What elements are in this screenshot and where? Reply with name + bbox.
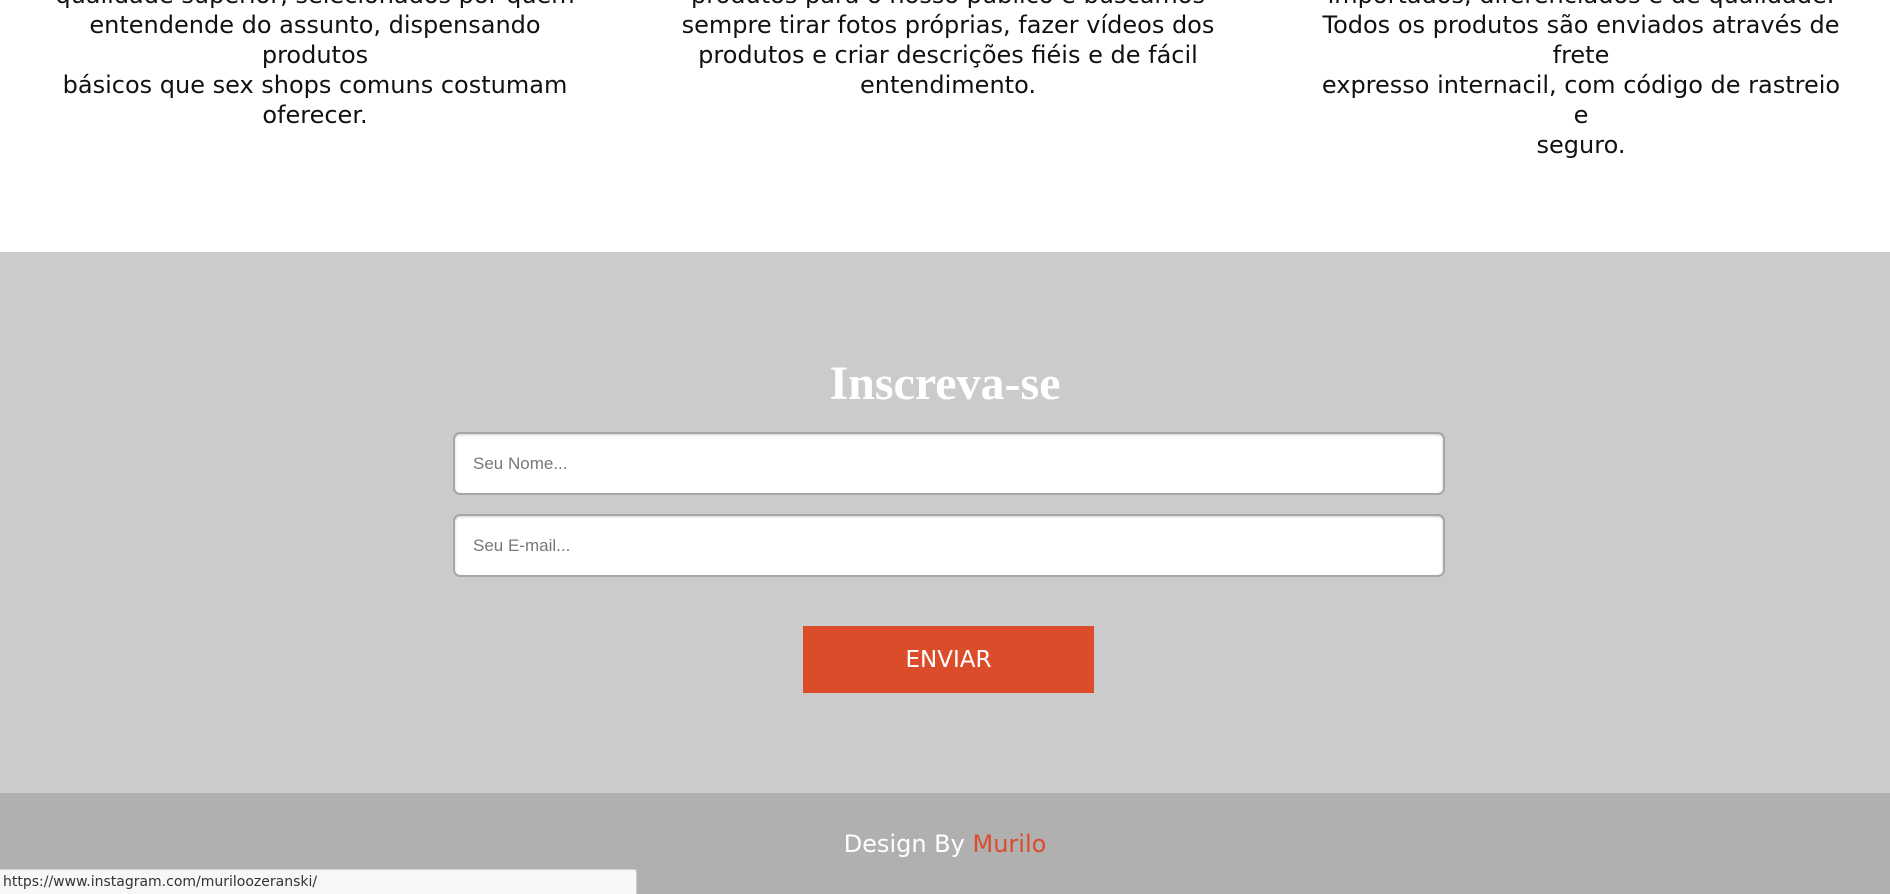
feature-line: entendimento. [860, 71, 1036, 99]
send-button[interactable]: ENVIAR [803, 626, 1094, 693]
feature-text-shipping: importados, diferenciados e de qualidade… [1311, 0, 1851, 160]
browser-status-bar: https://www.instagram.com/muriloozeransk… [0, 869, 637, 894]
name-input[interactable] [453, 432, 1445, 495]
email-input[interactable] [453, 514, 1445, 577]
subscribe-title: Inscreva-se [829, 357, 1061, 410]
author-link[interactable]: Murilo [973, 830, 1047, 858]
footer-credit: Design By Murilo [0, 830, 1890, 858]
features-section: qualidade superior, selecionados por que… [0, 0, 1890, 252]
feature-line: qualidade superior, selecionados por que… [45, 0, 585, 10]
feature-line: oferecer. [262, 101, 368, 129]
feature-line: produtos para o nosso público e buscamos [678, 0, 1218, 10]
feature-line: expresso internacil, com código de rastr… [1321, 71, 1841, 129]
footer-credit-prefix: Design By [843, 830, 965, 858]
subscribe-section: Inscreva-se ENVIAR [0, 252, 1890, 793]
feature-text-quality: qualidade superior, selecionados por que… [45, 0, 585, 130]
feature-line: importados, diferenciados e de qualidade… [1311, 0, 1851, 10]
feature-line: produtos e criar descrições fiéis e de f… [698, 41, 1198, 69]
feature-line: básicos que sex shops comuns costumam [62, 71, 568, 99]
feature-text-photos: produtos para o nosso público e buscamos… [678, 0, 1218, 100]
feature-line: Todos os produtos são enviados através d… [1322, 11, 1840, 69]
feature-line: entendende do assunto, dispensando produ… [89, 11, 541, 69]
feature-line: seguro. [1536, 131, 1626, 159]
feature-line: sempre tirar fotos próprias, fazer vídeo… [681, 11, 1215, 39]
